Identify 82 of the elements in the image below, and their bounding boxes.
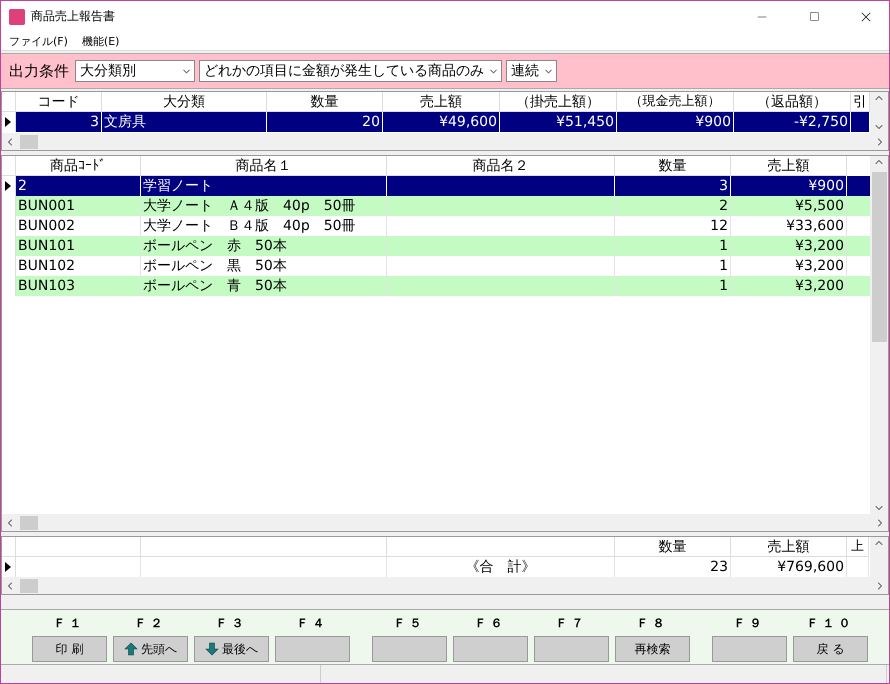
table-cell: ボールペン 青 50本: [141, 276, 387, 296]
function-button[interactable]: [453, 636, 528, 662]
column-header[interactable]: 売上額: [383, 92, 500, 112]
function-key-label: Ｆ１０: [806, 615, 854, 632]
horizontal-scrollbar[interactable]: [2, 133, 888, 150]
maximize-icon[interactable]: [808, 11, 820, 22]
vertical-scrollbar[interactable]: [870, 537, 888, 577]
row-selector[interactable]: [2, 557, 16, 577]
column-header[interactable]: 商品ｺｰﾄﾞ: [16, 156, 141, 176]
dropdown[interactable]: どれかの項目に金額が発生している商品のみ: [199, 60, 502, 82]
function-button[interactable]: [372, 636, 447, 662]
column-header[interactable]: [387, 537, 615, 557]
table-cell: ¥900: [617, 112, 734, 132]
column-header[interactable]: 大分類: [102, 92, 267, 112]
function-key-label: Ｆ３: [216, 615, 248, 632]
condition-label: 出力条件: [9, 62, 69, 80]
window-title: 商品売上報告書: [31, 8, 116, 25]
row-selector[interactable]: [2, 112, 16, 132]
function-key-label: Ｆ１: [54, 615, 86, 632]
column-header[interactable]: 売上額: [731, 156, 847, 176]
function-button[interactable]: [275, 636, 350, 662]
column-header[interactable]: コード: [16, 92, 102, 112]
table-cell: 3: [16, 112, 102, 132]
table-cell: ¥3,200: [731, 276, 847, 296]
function-button[interactable]: 最後へ: [194, 636, 269, 662]
function-button[interactable]: 再検索: [615, 636, 690, 662]
function-key-label: Ｆ５: [394, 615, 426, 632]
table-row[interactable]: 3 文房具 20 ¥49,600 ¥51,450 ¥900 -¥2,750: [2, 112, 870, 132]
column-header[interactable]: 上: [847, 537, 869, 557]
column-header[interactable]: 商品名１: [141, 156, 387, 176]
vertical-scrollbar[interactable]: [870, 156, 888, 514]
table-cell: 20: [267, 112, 383, 132]
function-key-label: Ｆ８: [636, 615, 668, 632]
column-header[interactable]: （掛売上額）: [500, 92, 617, 112]
vertical-scrollbar[interactable]: [870, 92, 888, 133]
column-header[interactable]: 数量: [615, 537, 731, 557]
table-cell: -¥2,750: [734, 112, 851, 132]
app-logo-icon: [9, 8, 25, 24]
table-cell: 文房具: [102, 112, 267, 132]
scroll-thumb[interactable]: [872, 172, 886, 342]
function-key-label: Ｆ９: [734, 615, 766, 632]
function-key-label: Ｆ２: [134, 615, 166, 632]
row-selector[interactable]: [2, 176, 16, 196]
table-row[interactable]: BUN001 大学ノート Ａ４版 40p 50冊 2 ¥5,500: [2, 196, 870, 216]
dropdown[interactable]: 大分類別: [75, 60, 195, 82]
column-header[interactable]: 数量: [615, 156, 731, 176]
scroll-thumb[interactable]: [20, 134, 38, 148]
function-button[interactable]: 印 刷: [32, 636, 107, 662]
column-header[interactable]: 引: [851, 92, 870, 112]
column-header[interactable]: 商品名２: [387, 156, 615, 176]
function-key-label: Ｆ７: [556, 615, 588, 632]
column-header[interactable]: 売上額: [731, 537, 847, 557]
table-row[interactable]: 2 学習ノート 3 ¥900: [2, 176, 870, 196]
table-row[interactable]: BUN103 ボールペン 青 50本 1 ¥3,200: [2, 276, 870, 296]
horizontal-scrollbar[interactable]: [2, 514, 888, 531]
function-button[interactable]: [712, 636, 787, 662]
column-header[interactable]: （返品額）: [734, 92, 851, 112]
function-button[interactable]: 戻 る: [793, 636, 868, 662]
horizontal-scrollbar[interactable]: [2, 577, 888, 594]
menu-item[interactable]: 機能(E): [82, 34, 120, 48]
up-arrow-icon: [124, 642, 138, 656]
table-cell: 1: [615, 276, 731, 296]
dropdown-value: 連続: [511, 62, 539, 80]
dropdown-value: 大分類別: [80, 62, 136, 80]
column-header[interactable]: 数量: [267, 92, 383, 112]
function-button[interactable]: 先頭へ: [113, 636, 188, 662]
scroll-thumb[interactable]: [20, 578, 38, 592]
down-arrow-icon: [205, 642, 219, 656]
scroll-thumb[interactable]: [20, 516, 38, 530]
function-key-label: Ｆ６: [474, 615, 506, 632]
column-header[interactable]: [141, 537, 387, 557]
column-header[interactable]: （現金売上額）: [617, 92, 734, 112]
table-row[interactable]: 《合 計》 23 ¥769,600: [2, 557, 870, 577]
function-key-label: Ｆ４: [296, 615, 328, 632]
table-cell: ¥49,600: [383, 112, 500, 132]
menu-item[interactable]: ファイル(F): [9, 34, 68, 48]
dropdown-value: どれかの項目に金額が発生している商品のみ: [204, 62, 484, 80]
table-cell: BUN103: [16, 276, 141, 296]
table-cell: ¥51,450: [500, 112, 617, 132]
table-row[interactable]: BUN101 ボールペン 赤 50本 1 ¥3,200: [2, 236, 870, 256]
function-button[interactable]: [534, 636, 609, 662]
dropdown[interactable]: 連続: [506, 60, 557, 82]
